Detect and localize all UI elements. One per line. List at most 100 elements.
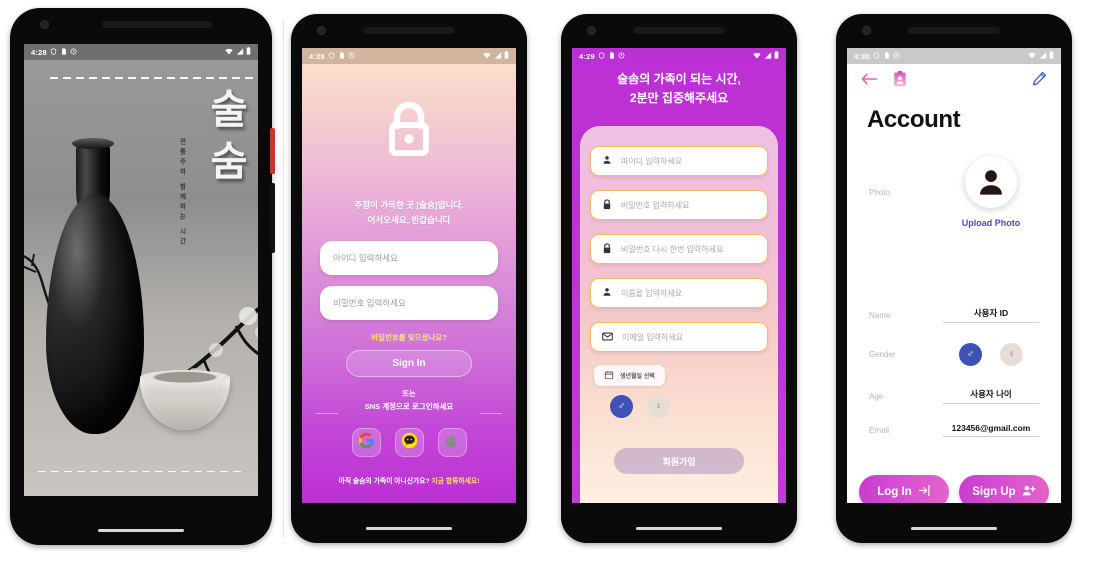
name-value[interactable]: 사용자 ID bbox=[943, 307, 1039, 323]
password-input[interactable]: 비밀번호 입력하세요 bbox=[320, 286, 498, 320]
front-camera-lens bbox=[317, 26, 326, 35]
sim-icon bbox=[339, 51, 345, 61]
join-link[interactable]: 지금 합류하세요! bbox=[432, 478, 480, 485]
add-person-icon bbox=[1022, 484, 1036, 500]
signup-password-confirm-input[interactable]: 비밀번호 다시 한번 입력하세요 bbox=[590, 234, 768, 264]
status-time: 4:28 bbox=[31, 47, 47, 57]
id-card-icon[interactable] bbox=[893, 70, 907, 92]
status-bar: 4:30 bbox=[847, 48, 1061, 64]
divider-line-left bbox=[316, 413, 338, 414]
age-row: Age 사용자 나이 bbox=[847, 388, 1061, 404]
sns-divider-text: 또는 SNS 계정으로 로그인하세요 bbox=[302, 388, 516, 414]
welcome-message: 주향이 가득한 곳 [술숨]입니다. 어서오세요, 반갑습니다 bbox=[302, 198, 516, 228]
account-action-buttons: Log In Sign Up bbox=[859, 475, 1049, 503]
front-camera-lens bbox=[40, 20, 49, 29]
decorative-dashed-line-bottom bbox=[38, 470, 242, 472]
signup-submit-button[interactable]: 회원가입 bbox=[614, 448, 744, 474]
sign-in-button[interactable]: Sign In bbox=[346, 350, 472, 377]
signal-icon bbox=[236, 47, 244, 57]
phone3-screen: 4:29 술솜의 가족이 되는 시간, 2분만 집중해주세요 마이디 입력하세요… bbox=[572, 48, 786, 503]
email-value[interactable]: 123456@gmail.com bbox=[943, 423, 1039, 437]
shield-icon bbox=[328, 51, 335, 61]
female-symbol-icon: ♀ bbox=[1007, 349, 1016, 360]
log-in-button[interactable]: Log In bbox=[859, 475, 949, 503]
gender-male-button[interactable]: ♂ bbox=[959, 343, 982, 366]
kakao-icon bbox=[401, 432, 418, 454]
gender-male-button[interactable]: ♂ bbox=[610, 395, 633, 418]
battery-icon bbox=[1049, 51, 1054, 61]
apple-icon bbox=[444, 432, 460, 454]
volume-button[interactable] bbox=[270, 183, 275, 253]
home-indicator[interactable] bbox=[98, 528, 184, 532]
sign-in-button-label: Sign In bbox=[392, 358, 426, 369]
signal-icon bbox=[764, 51, 772, 61]
signup-id-placeholder: 마이디 입력하세요 bbox=[621, 156, 683, 166]
gender-female-button[interactable]: ♀ bbox=[1000, 343, 1023, 366]
sim-icon bbox=[884, 51, 890, 61]
home-indicator[interactable] bbox=[636, 526, 722, 530]
gender-female-button[interactable]: ♀ bbox=[647, 395, 670, 418]
signal-icon bbox=[494, 51, 502, 61]
power-button[interactable] bbox=[270, 128, 275, 174]
sync-icon bbox=[893, 52, 900, 61]
shield-icon bbox=[50, 47, 57, 57]
age-value[interactable]: 사용자 나이 bbox=[943, 388, 1039, 404]
birthdate-picker-button[interactable]: 생년월일 선택 bbox=[594, 365, 665, 386]
or-text: 또는 bbox=[402, 389, 416, 398]
brand-subtitle-vertical: 전통주와 함께하는 시간 bbox=[178, 138, 185, 248]
bowl-rim bbox=[140, 370, 230, 385]
person-icon bbox=[602, 287, 612, 299]
avatar[interactable] bbox=[965, 156, 1017, 208]
calendar-icon bbox=[604, 370, 614, 382]
wifi-icon bbox=[225, 48, 233, 57]
signup-header: 술솜의 가족이 되는 시간, 2분만 집중해주세요 bbox=[572, 70, 786, 107]
earpiece-speaker bbox=[101, 21, 212, 28]
phone-device-splash: 4:28 술숨 전통주와 함께하는 시간 bbox=[10, 8, 275, 545]
sync-icon bbox=[70, 48, 77, 57]
gender-label: Gender bbox=[869, 350, 896, 359]
sim-icon bbox=[61, 47, 67, 57]
signup-id-input[interactable]: 마이디 입력하세요 bbox=[590, 146, 768, 176]
front-camera-lens bbox=[862, 26, 871, 35]
google-login-button[interactable] bbox=[351, 428, 381, 457]
signup-name-placeholder: 이름을 입력하세요 bbox=[621, 288, 683, 298]
page-title: Account bbox=[867, 106, 961, 133]
wifi-icon bbox=[483, 52, 491, 61]
phone-device-account: 4:30 Account Photo Upload Photo Name 사용자… bbox=[836, 14, 1072, 543]
sim-icon bbox=[609, 51, 615, 61]
phone-device-signin: 4:28 주향이 가득한 곳 [술숨]입니다. 어서오세요, 반갑습니다 아이디… bbox=[291, 14, 527, 543]
forgot-password-link[interactable]: 비밀번호를 잊으셨나요? bbox=[302, 332, 516, 343]
kakao-login-button[interactable] bbox=[394, 428, 424, 457]
phone1-screen: 4:28 술숨 전통주와 함께하는 시간 bbox=[24, 44, 258, 496]
battery-icon bbox=[504, 51, 509, 61]
front-camera-lens bbox=[587, 26, 596, 35]
signal-icon bbox=[1039, 51, 1047, 61]
pencil-edit-icon[interactable] bbox=[1032, 71, 1047, 91]
back-arrow-icon[interactable] bbox=[861, 72, 878, 91]
upload-photo-link[interactable]: Upload Photo bbox=[962, 218, 1021, 228]
battery-icon bbox=[246, 47, 251, 57]
phone-device-signup: 4:29 술솜의 가족이 되는 시간, 2분만 집중해주세요 마이디 입력하세요… bbox=[561, 14, 797, 543]
login-arrow-icon bbox=[918, 484, 931, 500]
home-indicator[interactable] bbox=[366, 526, 452, 530]
phone2-screen: 4:28 주향이 가득한 곳 [술숨]입니다. 어서오세요, 반갑습니다 아이디… bbox=[302, 48, 516, 503]
signup-name-input[interactable]: 이름을 입력하세요 bbox=[590, 278, 768, 308]
wifi-icon bbox=[1028, 52, 1036, 61]
shield-icon bbox=[873, 51, 880, 61]
wifi-icon bbox=[753, 52, 761, 61]
status-bar: 4:29 bbox=[572, 48, 786, 64]
signup-password-input[interactable]: 비밀번호 입력하세요 bbox=[590, 190, 768, 220]
sign-up-button-label: Sign Up bbox=[972, 486, 1016, 498]
home-indicator[interactable] bbox=[911, 526, 997, 530]
welcome-line-2: 어서오세요, 반갑습니다 bbox=[367, 214, 451, 225]
shield-icon bbox=[598, 51, 605, 61]
battery-icon bbox=[774, 51, 779, 61]
id-input[interactable]: 아이디 입력하세요 bbox=[320, 241, 498, 275]
sign-up-button[interactable]: Sign Up bbox=[959, 475, 1049, 503]
earpiece-speaker bbox=[363, 27, 455, 34]
signup-email-input[interactable]: 이메일 입력하세요 bbox=[590, 322, 768, 352]
apple-login-button[interactable] bbox=[437, 428, 467, 457]
join-prompt[interactable]: 아직 술숨의 가족이 아니신가요? 지금 합류하세요! bbox=[302, 475, 516, 485]
earpiece-speaker bbox=[908, 27, 1000, 34]
signup-form-card bbox=[580, 126, 778, 503]
